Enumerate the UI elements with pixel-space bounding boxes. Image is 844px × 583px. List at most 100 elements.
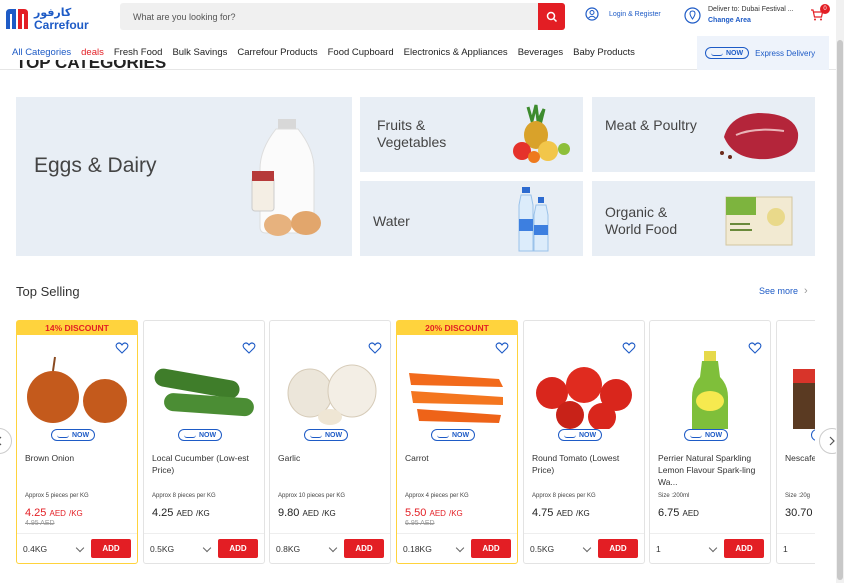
quantity-value: 1 bbox=[783, 544, 788, 554]
nav-baby-products[interactable]: Baby Products bbox=[573, 47, 635, 58]
price-currency: AED bbox=[49, 509, 66, 518]
product-card[interactable]: NOW Round Tomato (Lowest Price) Approx 8 p… bbox=[523, 320, 645, 564]
add-to-cart-button[interactable]: ADD bbox=[344, 539, 384, 558]
add-to-cart-button[interactable]: ADD bbox=[598, 539, 638, 558]
water-bottles-image bbox=[518, 187, 549, 252]
login-register-link[interactable]: Login & Register bbox=[585, 7, 661, 21]
search-button[interactable] bbox=[538, 3, 565, 30]
quantity-select[interactable]: 0.18KG bbox=[403, 541, 467, 557]
price-value: 5.50 bbox=[405, 507, 427, 519]
carrefour-logo-icon bbox=[6, 9, 28, 29]
add-to-cart-button[interactable]: ADD bbox=[724, 539, 764, 558]
quantity-select[interactable]: 1 bbox=[783, 541, 815, 557]
product-card[interactable]: NOW Local Cucumber (Low-est Price) Approx … bbox=[143, 320, 265, 564]
price-value: 4.25 bbox=[152, 507, 174, 519]
express-delivery-label: Express Delivery bbox=[755, 48, 816, 58]
add-to-cart-button[interactable]: ADD bbox=[91, 539, 131, 558]
price-value: 9.80 bbox=[278, 507, 300, 519]
quantity-select[interactable]: 0.8KG bbox=[276, 541, 340, 557]
quantity-value: 0.8KG bbox=[276, 544, 301, 554]
page-scrollbar[interactable] bbox=[836, 0, 844, 583]
product-image[interactable] bbox=[530, 349, 638, 429]
chevron-down-icon bbox=[202, 543, 212, 552]
cart-count-badge: 0 bbox=[820, 4, 830, 14]
now-badge: NOW bbox=[811, 429, 815, 441]
product-name[interactable]: Garlic bbox=[278, 452, 386, 464]
category-tile-fruits-vegetables[interactable]: Fruits & Vegetables bbox=[360, 97, 583, 172]
quantity-select[interactable]: 1 bbox=[656, 541, 720, 557]
product-price: 4.75 AED /KG bbox=[532, 507, 590, 519]
quantity-row: 0.5KG ADD bbox=[144, 533, 264, 563]
product-name[interactable]: Brown Onion bbox=[25, 452, 133, 464]
product-image[interactable] bbox=[23, 349, 131, 429]
category-tile-organic-world-food[interactable]: Organic & World Food bbox=[592, 181, 815, 256]
now-label: NOW bbox=[726, 49, 744, 57]
nav-electronics-appliances[interactable]: Electronics & Appliances bbox=[404, 47, 508, 58]
category-label: Fruits & Vegetables bbox=[377, 117, 447, 150]
now-badge: NOW bbox=[178, 429, 223, 441]
change-area-link[interactable]: Change Area bbox=[708, 15, 794, 26]
scooter-icon bbox=[184, 432, 196, 438]
quantity-value: 0.4KG bbox=[23, 544, 48, 554]
scrollbar-thumb[interactable] bbox=[837, 40, 843, 580]
add-to-cart-button[interactable]: ADD bbox=[218, 539, 258, 558]
category-tile-eggs-dairy[interactable]: Eggs & Dairy bbox=[16, 97, 352, 256]
search-input[interactable] bbox=[120, 3, 538, 30]
nav-bulk-savings[interactable]: Bulk Savings bbox=[172, 47, 227, 58]
product-name[interactable]: Local Cucumber (Low-est Price) bbox=[152, 452, 260, 476]
product-name[interactable]: Carrot bbox=[405, 452, 513, 464]
nav-food-cupboard[interactable]: Food Cupboard bbox=[328, 47, 394, 58]
quantity-row: 1 ADD bbox=[650, 533, 770, 563]
product-price: 6.75 AED bbox=[658, 507, 699, 519]
product-name[interactable]: Nescafe Coffee 30... bbox=[785, 452, 815, 464]
product-approx-size: Approx 10 pieces per KG bbox=[278, 493, 346, 499]
product-card[interactable]: 14% DISCOUNT NOW Brown Onion Approx 5 piece… bbox=[16, 320, 138, 564]
old-price: 4.95 AED bbox=[25, 520, 55, 527]
product-name[interactable]: Round Tomato (Lowest Price) bbox=[532, 452, 640, 476]
product-card[interactable]: 20% DISCOUNT NOW Carrot Approx 4 pieces per… bbox=[396, 320, 518, 564]
chevron-down-icon bbox=[75, 543, 85, 552]
product-image[interactable] bbox=[150, 349, 258, 429]
product-image[interactable] bbox=[403, 349, 511, 429]
quantity-select[interactable]: 0.4KG bbox=[23, 541, 87, 557]
nav-all-categories[interactable]: All Categories bbox=[12, 47, 71, 58]
now-badge: NOW bbox=[684, 429, 729, 441]
nav-carrefour-products[interactable]: Carrefour Products bbox=[237, 47, 317, 58]
quantity-row: 0.8KG ADD bbox=[270, 533, 390, 563]
now-label: NOW bbox=[199, 431, 217, 439]
product-card[interactable]: NOW Perrier Natural Sparkling Lemon Flavo… bbox=[649, 320, 771, 564]
carrefour-logo[interactable]: كارفور Carrefour bbox=[4, 6, 104, 32]
meat-image bbox=[720, 113, 799, 160]
product-card[interactable]: NOW Nescafe Coffee 30... Size :20g 30.70 AE… bbox=[776, 320, 815, 564]
nav-deals[interactable]: deals bbox=[81, 47, 104, 58]
product-image[interactable] bbox=[656, 349, 764, 429]
product-price: 4.25 AED /KG bbox=[25, 507, 83, 519]
now-badge: NOW bbox=[558, 429, 603, 441]
scooter-icon bbox=[310, 432, 322, 438]
quantity-select[interactable]: 0.5KG bbox=[150, 541, 214, 557]
price-unit: /KG bbox=[576, 509, 590, 518]
quantity-select[interactable]: 0.5KG bbox=[530, 541, 594, 557]
now-badge: NOW bbox=[431, 429, 476, 441]
nav-beverages[interactable]: Beverages bbox=[518, 47, 563, 58]
category-tile-meat-poultry[interactable]: Meat & Poultry bbox=[592, 97, 815, 172]
chevron-down-icon bbox=[708, 543, 718, 552]
product-card[interactable]: NOW Garlic Approx 10 pieces per KG 9.80 AED… bbox=[269, 320, 391, 564]
product-image[interactable] bbox=[783, 349, 815, 429]
product-approx-size: Approx 8 pieces per KG bbox=[152, 493, 216, 499]
top-categories-heading: TOP CATEGORIES bbox=[16, 60, 167, 72]
deliver-to-area[interactable]: Deliver to: Dubai Festival ... Change Ar… bbox=[684, 4, 794, 26]
product-image[interactable] bbox=[276, 349, 384, 429]
scooter-icon bbox=[57, 432, 69, 438]
express-delivery-toggle[interactable]: NOW Express Delivery bbox=[697, 36, 829, 70]
nav-fresh-food[interactable]: Fresh Food bbox=[114, 47, 163, 58]
quantity-value: 1 bbox=[656, 544, 661, 554]
product-name[interactable]: Perrier Natural Sparkling Lemon Flavour … bbox=[658, 452, 766, 488]
carousel-prev-button[interactable] bbox=[0, 428, 12, 454]
category-tile-water[interactable]: Water bbox=[360, 181, 583, 256]
product-price: 5.50 AED /KG bbox=[405, 507, 463, 519]
discount-banner: 20% DISCOUNT bbox=[397, 321, 517, 335]
see-more-link[interactable]: See more bbox=[759, 285, 808, 297]
add-to-cart-button[interactable]: ADD bbox=[471, 539, 511, 558]
price-value: 30.70 bbox=[785, 507, 813, 519]
